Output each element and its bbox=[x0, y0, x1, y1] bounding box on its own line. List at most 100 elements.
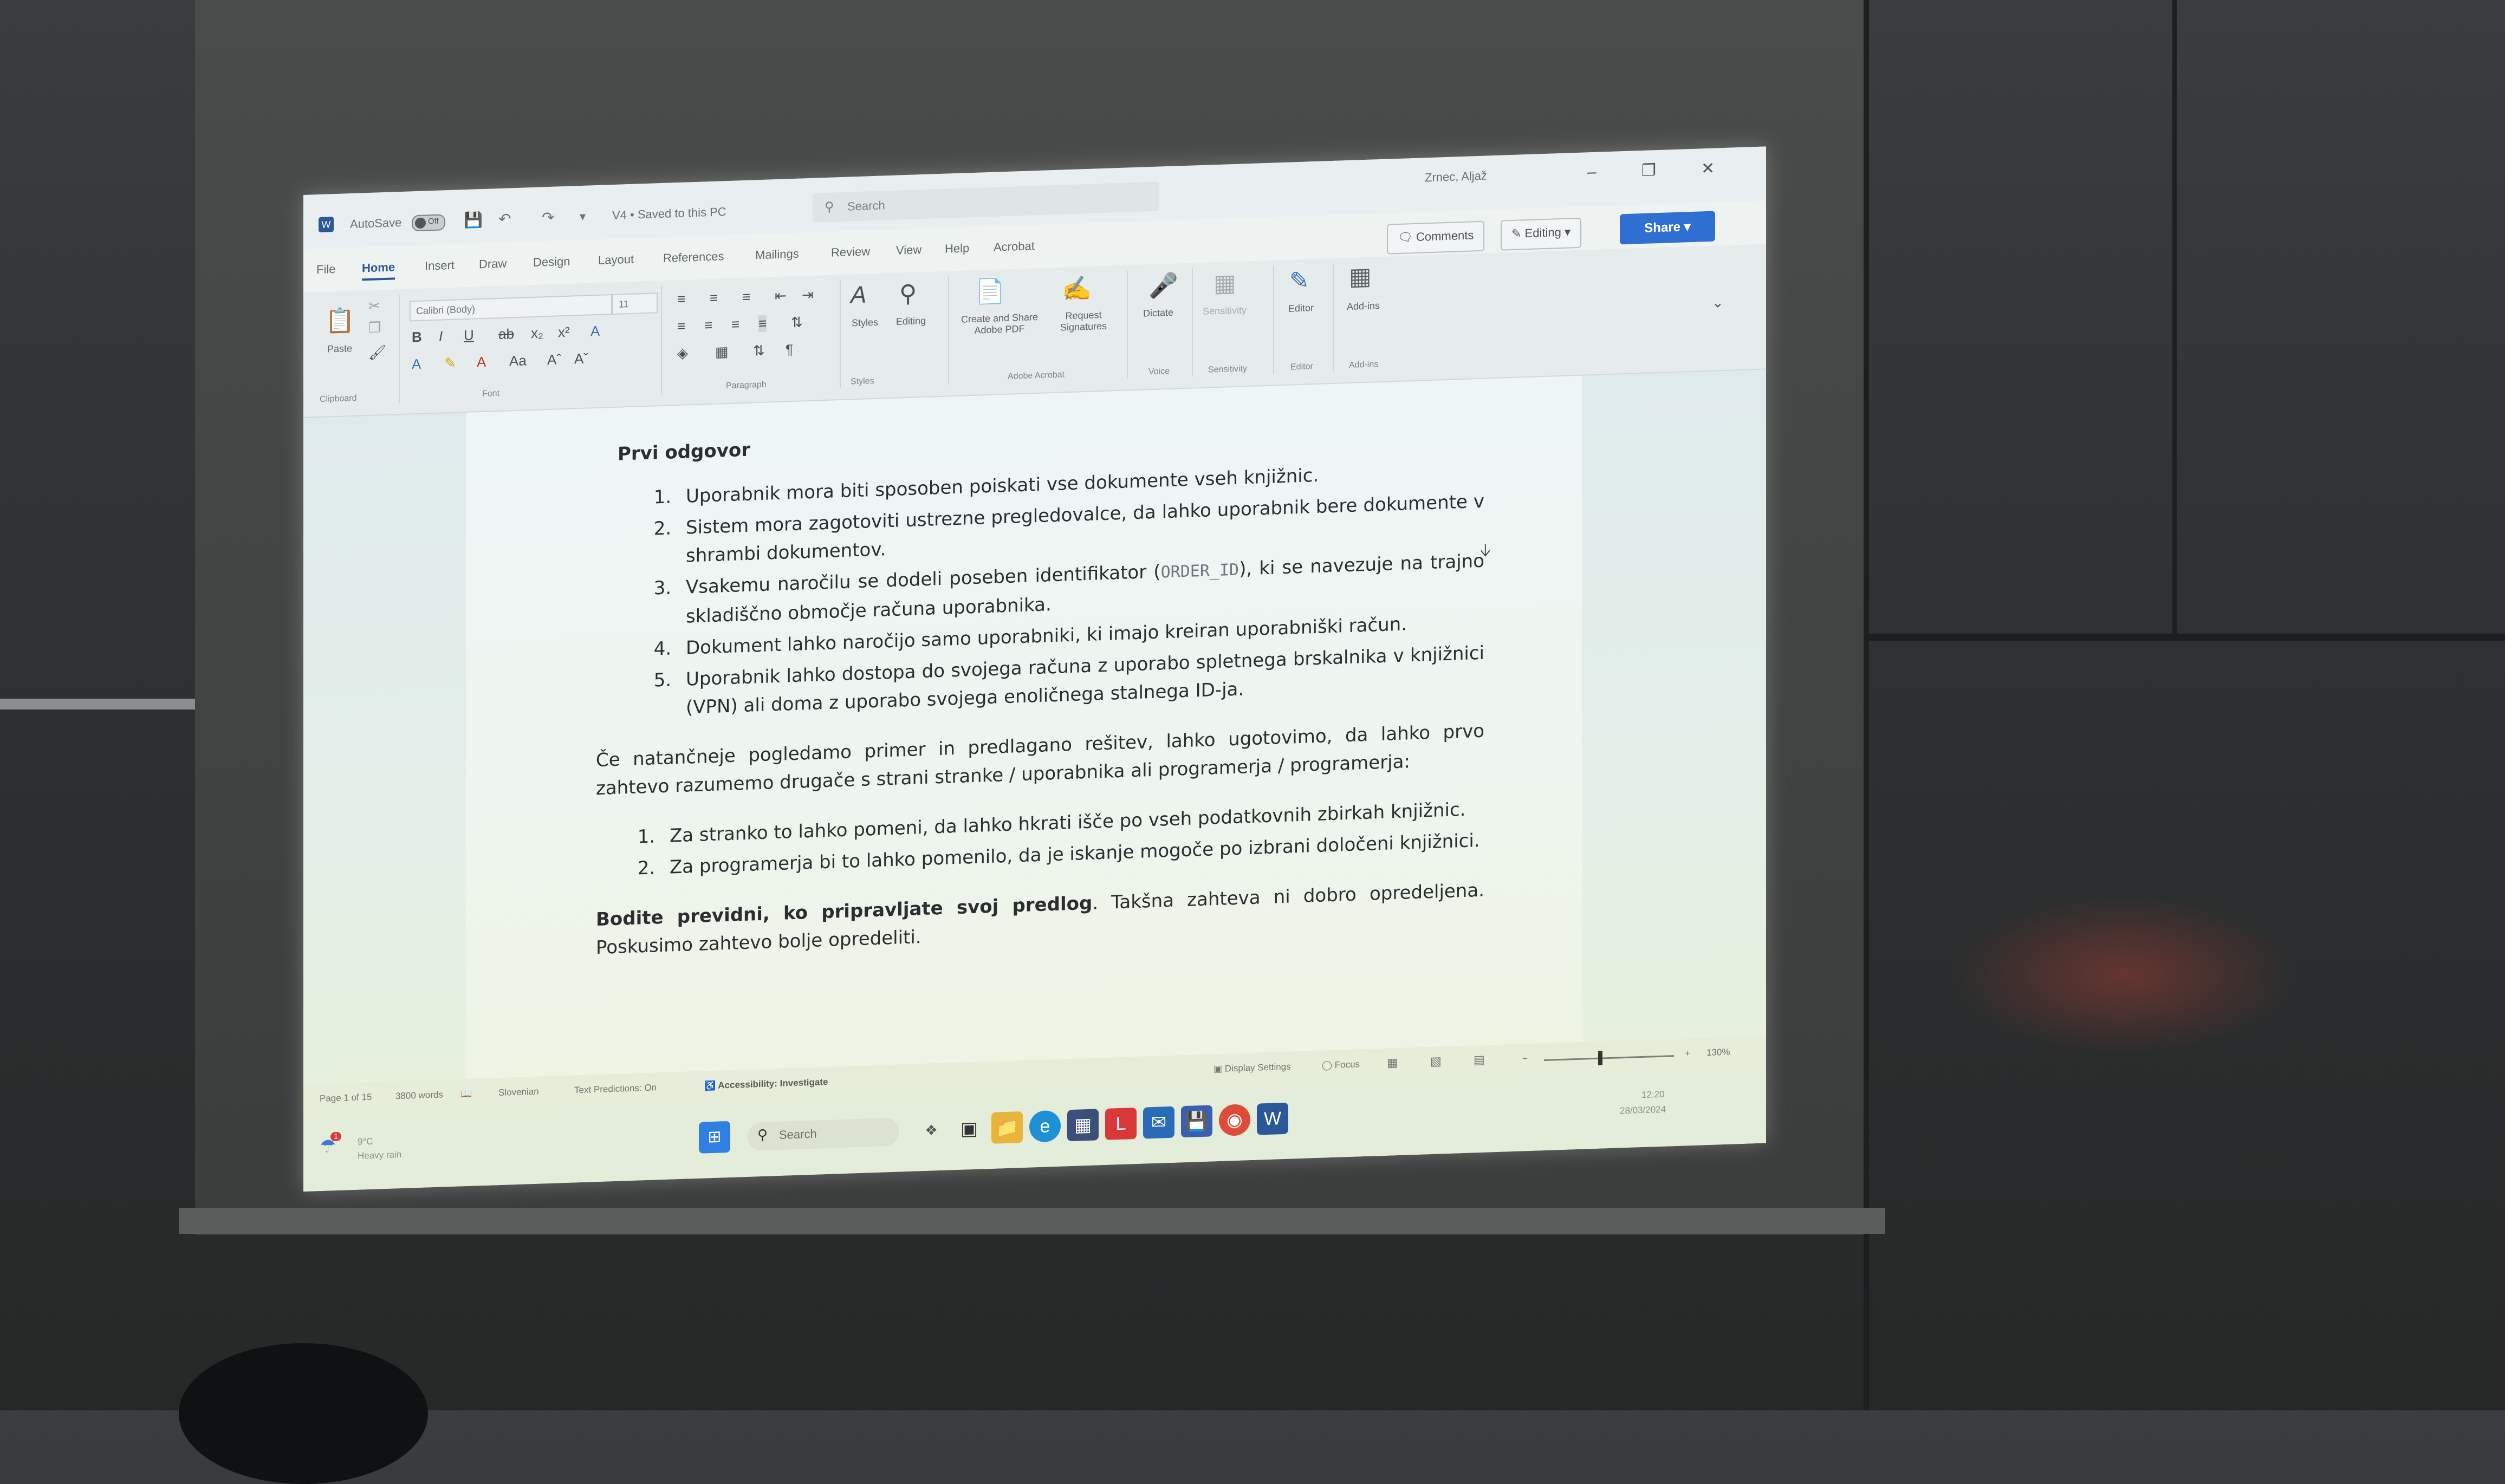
print-layout-icon[interactable]: ▧ bbox=[1430, 1054, 1442, 1069]
tab-help[interactable]: Help bbox=[945, 241, 969, 256]
save-icon[interactable]: 💾 bbox=[464, 211, 483, 229]
tab-view[interactable]: View bbox=[896, 243, 921, 258]
sort-icon[interactable]: ⇅ bbox=[753, 342, 765, 360]
document-page[interactable]: Prvi odgovor Uporabnik mora biti sposobe… bbox=[466, 375, 1582, 1079]
taskbar-search[interactable]: ⚲ Search bbox=[748, 1117, 899, 1151]
font-color-icon[interactable]: A bbox=[477, 354, 486, 371]
zoom-slider-thumb[interactable] bbox=[1598, 1051, 1602, 1065]
cut-icon[interactable]: ✂ bbox=[368, 297, 380, 315]
highlight-icon[interactable]: ✎ bbox=[444, 355, 456, 372]
tab-design[interactable]: Design bbox=[533, 255, 570, 270]
numbering-icon[interactable]: ≡ bbox=[710, 290, 718, 307]
shading-icon[interactable]: ◈ bbox=[677, 344, 688, 362]
paste-label[interactable]: Paste bbox=[327, 343, 352, 355]
decrease-indent-icon[interactable]: ⇤ bbox=[775, 287, 787, 304]
search-highlight-icon[interactable]: ❖ bbox=[916, 1114, 947, 1147]
zoom-out-icon[interactable]: − bbox=[1522, 1053, 1528, 1064]
accessibility-status[interactable]: ♿ Accessibility: Investigate bbox=[704, 1077, 828, 1092]
app-l-icon[interactable]: L bbox=[1105, 1107, 1137, 1140]
underline-icon[interactable]: U bbox=[464, 327, 474, 344]
align-left-icon[interactable]: ≡ bbox=[677, 318, 685, 335]
font-name-select[interactable]: Calibri (Body) bbox=[410, 294, 612, 322]
shrink-font-icon[interactable]: Aˇ bbox=[574, 350, 588, 368]
share-button[interactable]: Share ▾ bbox=[1620, 211, 1715, 245]
tab-references[interactable]: References bbox=[663, 249, 724, 265]
proofing-icon[interactable]: 📖 bbox=[460, 1089, 472, 1100]
change-case-icon[interactable]: Aa bbox=[509, 352, 527, 369]
tab-review[interactable]: Review bbox=[831, 244, 870, 259]
customize-chevron-icon[interactable]: ▾ bbox=[580, 210, 586, 224]
superscript-icon[interactable]: x² bbox=[558, 324, 570, 341]
outlook-icon[interactable]: ✉ bbox=[1143, 1106, 1174, 1139]
file-explorer-icon[interactable]: 📁 bbox=[991, 1111, 1023, 1144]
language[interactable]: Slovenian bbox=[498, 1086, 539, 1098]
dictate-label[interactable]: Dictate bbox=[1143, 307, 1173, 320]
redo-icon[interactable]: ↷ bbox=[542, 209, 554, 227]
styles-label[interactable]: Styles bbox=[852, 317, 878, 329]
task-view-icon[interactable]: ▣ bbox=[953, 1112, 985, 1145]
editing-label[interactable]: Editing bbox=[896, 315, 926, 328]
undo-icon[interactable]: ↶ bbox=[498, 210, 511, 228]
restore-icon[interactable]: ❐ bbox=[1641, 161, 1656, 180]
page-count[interactable]: Page 1 of 15 bbox=[320, 1092, 372, 1104]
find-icon[interactable]: ⚲ bbox=[899, 279, 917, 308]
add-ins-label[interactable]: Add-ins bbox=[1347, 300, 1380, 313]
borders-icon[interactable]: ▦ bbox=[715, 343, 729, 361]
search-box[interactable]: ⚲ Search bbox=[813, 181, 1159, 223]
tab-insert[interactable]: Insert bbox=[425, 258, 455, 274]
line-spacing-icon[interactable]: ⇅ bbox=[791, 314, 803, 331]
word-count[interactable]: 3800 words bbox=[395, 1089, 443, 1102]
web-layout-icon[interactable]: ▤ bbox=[1474, 1053, 1485, 1068]
clock-date[interactable]: 28/03/2024 bbox=[1620, 1104, 1666, 1117]
tab-draw[interactable]: Draw bbox=[479, 257, 507, 272]
clear-formatting-icon[interactable]: A bbox=[590, 323, 600, 340]
tab-mailings[interactable]: Mailings bbox=[755, 247, 799, 263]
clock-time[interactable]: 12:20 bbox=[1641, 1089, 1665, 1101]
tab-acrobat[interactable]: Acrobat bbox=[994, 239, 1035, 255]
word-taskbar-icon[interactable]: W bbox=[1257, 1102, 1288, 1135]
editor-icon[interactable]: ✎ bbox=[1289, 266, 1309, 295]
read-mode-icon[interactable]: ▦ bbox=[1387, 1056, 1398, 1070]
autosave-toggle[interactable]: Off bbox=[412, 214, 445, 232]
increase-indent-icon[interactable]: ⇥ bbox=[802, 287, 814, 304]
minimize-icon[interactable]: – bbox=[1587, 163, 1597, 182]
tab-file[interactable]: File bbox=[316, 262, 335, 277]
bullets-icon[interactable]: ≡ bbox=[677, 291, 685, 308]
tab-home[interactable]: Home bbox=[362, 260, 395, 281]
editing-mode-button[interactable]: ✎ Editing ▾ bbox=[1501, 217, 1581, 251]
text-effects-icon[interactable]: A bbox=[412, 356, 421, 373]
chrome-icon[interactable]: ◉ bbox=[1219, 1104, 1250, 1136]
align-right-icon[interactable]: ≡ bbox=[731, 316, 739, 333]
italic-icon[interactable]: I bbox=[439, 328, 443, 344]
focus-button[interactable]: ◯ Focus bbox=[1322, 1059, 1360, 1071]
disk-app-icon[interactable]: 💾 bbox=[1181, 1105, 1212, 1138]
align-center-icon[interactable]: ≡ bbox=[704, 317, 712, 334]
zoom-in-icon[interactable]: + bbox=[1685, 1048, 1690, 1059]
tab-layout[interactable]: Layout bbox=[598, 252, 634, 268]
zoom-slider[interactable] bbox=[1544, 1055, 1674, 1062]
font-size-select[interactable]: 11 bbox=[612, 292, 658, 315]
format-painter-icon[interactable]: 🖌 bbox=[368, 344, 386, 361]
add-ins-icon[interactable]: ▦ bbox=[1349, 263, 1372, 291]
editor-label[interactable]: Editor bbox=[1288, 302, 1314, 315]
paste-icon[interactable]: 📋 bbox=[325, 306, 355, 335]
document-status[interactable]: V4 • Saved to this PC bbox=[612, 205, 726, 223]
close-icon[interactable]: ✕ bbox=[1701, 159, 1715, 179]
multilevel-list-icon[interactable]: ≡ bbox=[742, 289, 750, 306]
sensitivity-label[interactable]: Sensitivity bbox=[1203, 304, 1247, 317]
request-signatures-icon[interactable]: ✍ bbox=[1062, 274, 1092, 303]
create-share-pdf-label[interactable]: Create and Share Adobe PDF bbox=[953, 311, 1046, 337]
styles-icon[interactable]: A bbox=[851, 282, 866, 309]
microphone-icon[interactable]: 🎤 bbox=[1148, 271, 1178, 300]
show-formatting-icon[interactable]: ¶ bbox=[786, 341, 793, 358]
edge-browser-icon[interactable]: e bbox=[1029, 1110, 1061, 1143]
ribbon-collapse-chevron-icon[interactable]: ⌄ bbox=[1712, 294, 1724, 311]
copy-icon[interactable]: ❐ bbox=[368, 319, 381, 336]
display-settings[interactable]: ▣ Display Settings bbox=[1213, 1062, 1291, 1075]
text-predictions[interactable]: Text Predictions: On bbox=[574, 1082, 657, 1096]
windows-start-icon[interactable]: ⊞ bbox=[699, 1121, 730, 1154]
justify-icon[interactable]: ≡ bbox=[758, 315, 767, 333]
grow-font-icon[interactable]: Aˆ bbox=[547, 351, 561, 368]
create-pdf-icon[interactable]: 📄 bbox=[975, 277, 1005, 306]
sensitivity-icon[interactable]: ▦ bbox=[1213, 269, 1236, 297]
